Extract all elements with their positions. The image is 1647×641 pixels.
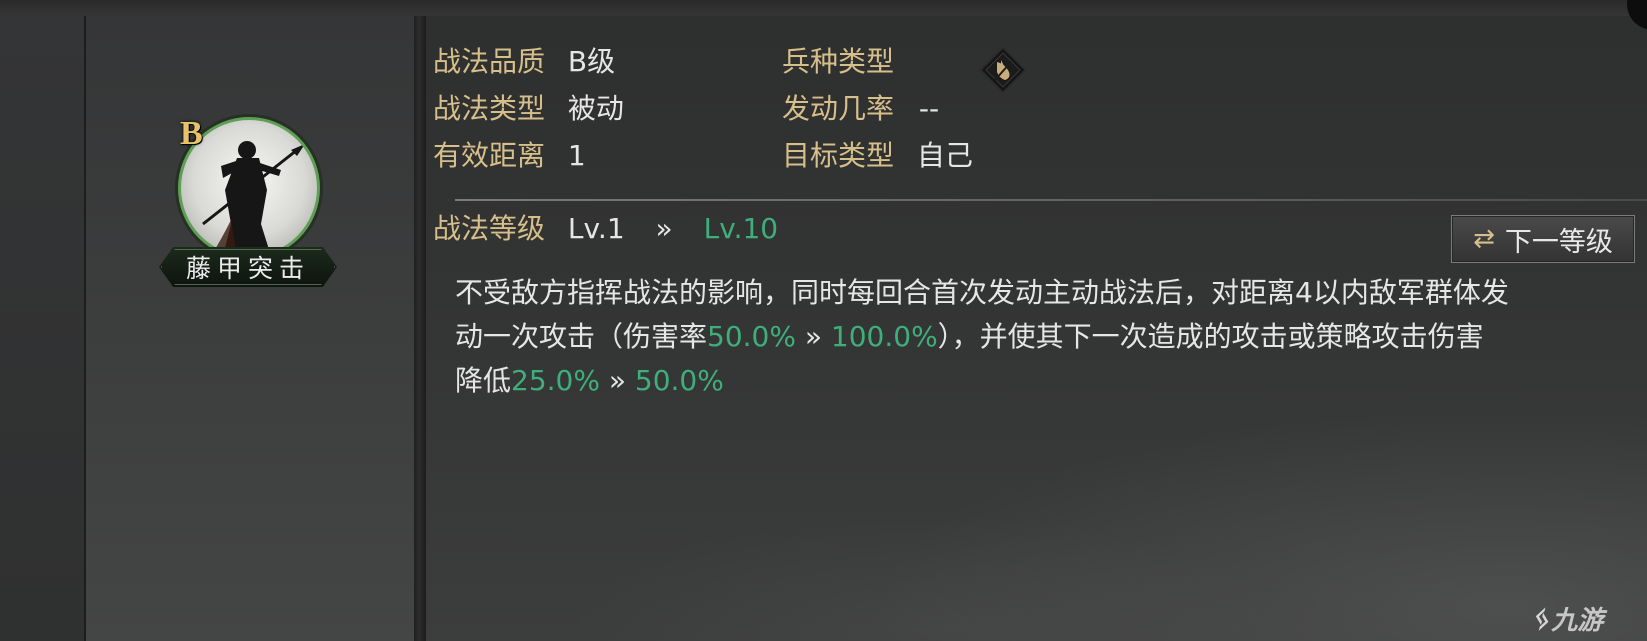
rate-row: 发动几率 -- (782, 95, 939, 123)
target-label: 目标类型 (782, 139, 895, 172)
rate-label: 发动几率 (782, 92, 895, 125)
skill-description: 不受敌方指挥战法的影响，同时每回合首次发动主动战法后，对距离4以内敌军群体发 动… (455, 271, 1635, 403)
watermark-logo-icon: ᛃ (1530, 599, 1550, 637)
level-arrow: » (655, 212, 673, 245)
troop-row: 兵种类型 (782, 48, 894, 76)
damage-rate-max: 100.0% (830, 320, 938, 353)
description-text-1: 不受敌方指挥战法的影响，同时每回合首次发动主动战法后，对距离4以内敌军群体发 (455, 276, 1509, 309)
skill-name-plate: 藤甲突击 (159, 247, 337, 287)
description-line-1: 不受敌方指挥战法的影响，同时每回合首次发动主动战法后，对距离4以内敌军群体发 (455, 271, 1635, 315)
skill-grade-badge: B (180, 115, 203, 152)
swap-arrows-icon: ⇄ (1473, 224, 1495, 254)
damage-rate-current: 50.0% (707, 320, 796, 353)
type-label: 战法类型 (433, 92, 546, 125)
range-row: 有效距离 1 (433, 142, 586, 170)
section-divider (455, 199, 1647, 201)
description-text-2a: 动一次攻击（伤害率 (455, 320, 708, 353)
target-row: 目标类型 自己 (782, 142, 973, 170)
rate-value: -- (918, 92, 940, 125)
type-row: 战法类型 被动 (433, 95, 624, 123)
description-line-2: 动一次攻击（伤害率50.0% » 100.0%），并使其下一次造成的攻击或策略攻… (455, 315, 1635, 359)
target-value: 自己 (916, 139, 973, 172)
quality-label: 战法品质 (433, 45, 546, 78)
next-level-label: 下一等级 (1504, 226, 1613, 258)
skill-name: 藤甲突击 (185, 254, 310, 283)
troop-label: 兵种类型 (782, 45, 895, 78)
quality-value: B级 (567, 45, 616, 78)
description-text-3a: 降低 (455, 364, 512, 397)
next-level-button[interactable]: ⇄ 下一等级 (1451, 215, 1635, 263)
left-column-background (0, 16, 86, 641)
top-strip (0, 0, 1647, 16)
troop-type-icon[interactable] (975, 42, 1031, 98)
reduction-current: 25.0% (511, 364, 600, 397)
skill-card-panel (86, 16, 414, 641)
watermark-text: 九游 (1551, 605, 1604, 636)
level-row: 战法等级 Lv.1 » Lv.10 (433, 215, 778, 243)
description-line-3: 降低25.0% » 50.0% (455, 359, 1635, 403)
level-current: Lv.1 (567, 212, 625, 245)
level-label: 战法等级 (433, 212, 546, 245)
type-value: 被动 (567, 92, 624, 125)
level-next: Lv.10 (703, 212, 779, 245)
description-text-2b: ），并使其下一次造成的攻击或策略攻击伤害 (937, 320, 1484, 353)
panel-divider (414, 16, 426, 641)
range-value: 1 (567, 139, 586, 172)
range-label: 有效距离 (433, 139, 546, 172)
reduction-arrow: » (599, 364, 635, 397)
site-watermark: ᛃ 九游 (1530, 598, 1647, 638)
quality-row: 战法品质 B级 (433, 48, 615, 76)
damage-arrow: » (795, 320, 831, 353)
reduction-max: 50.0% (634, 364, 724, 397)
